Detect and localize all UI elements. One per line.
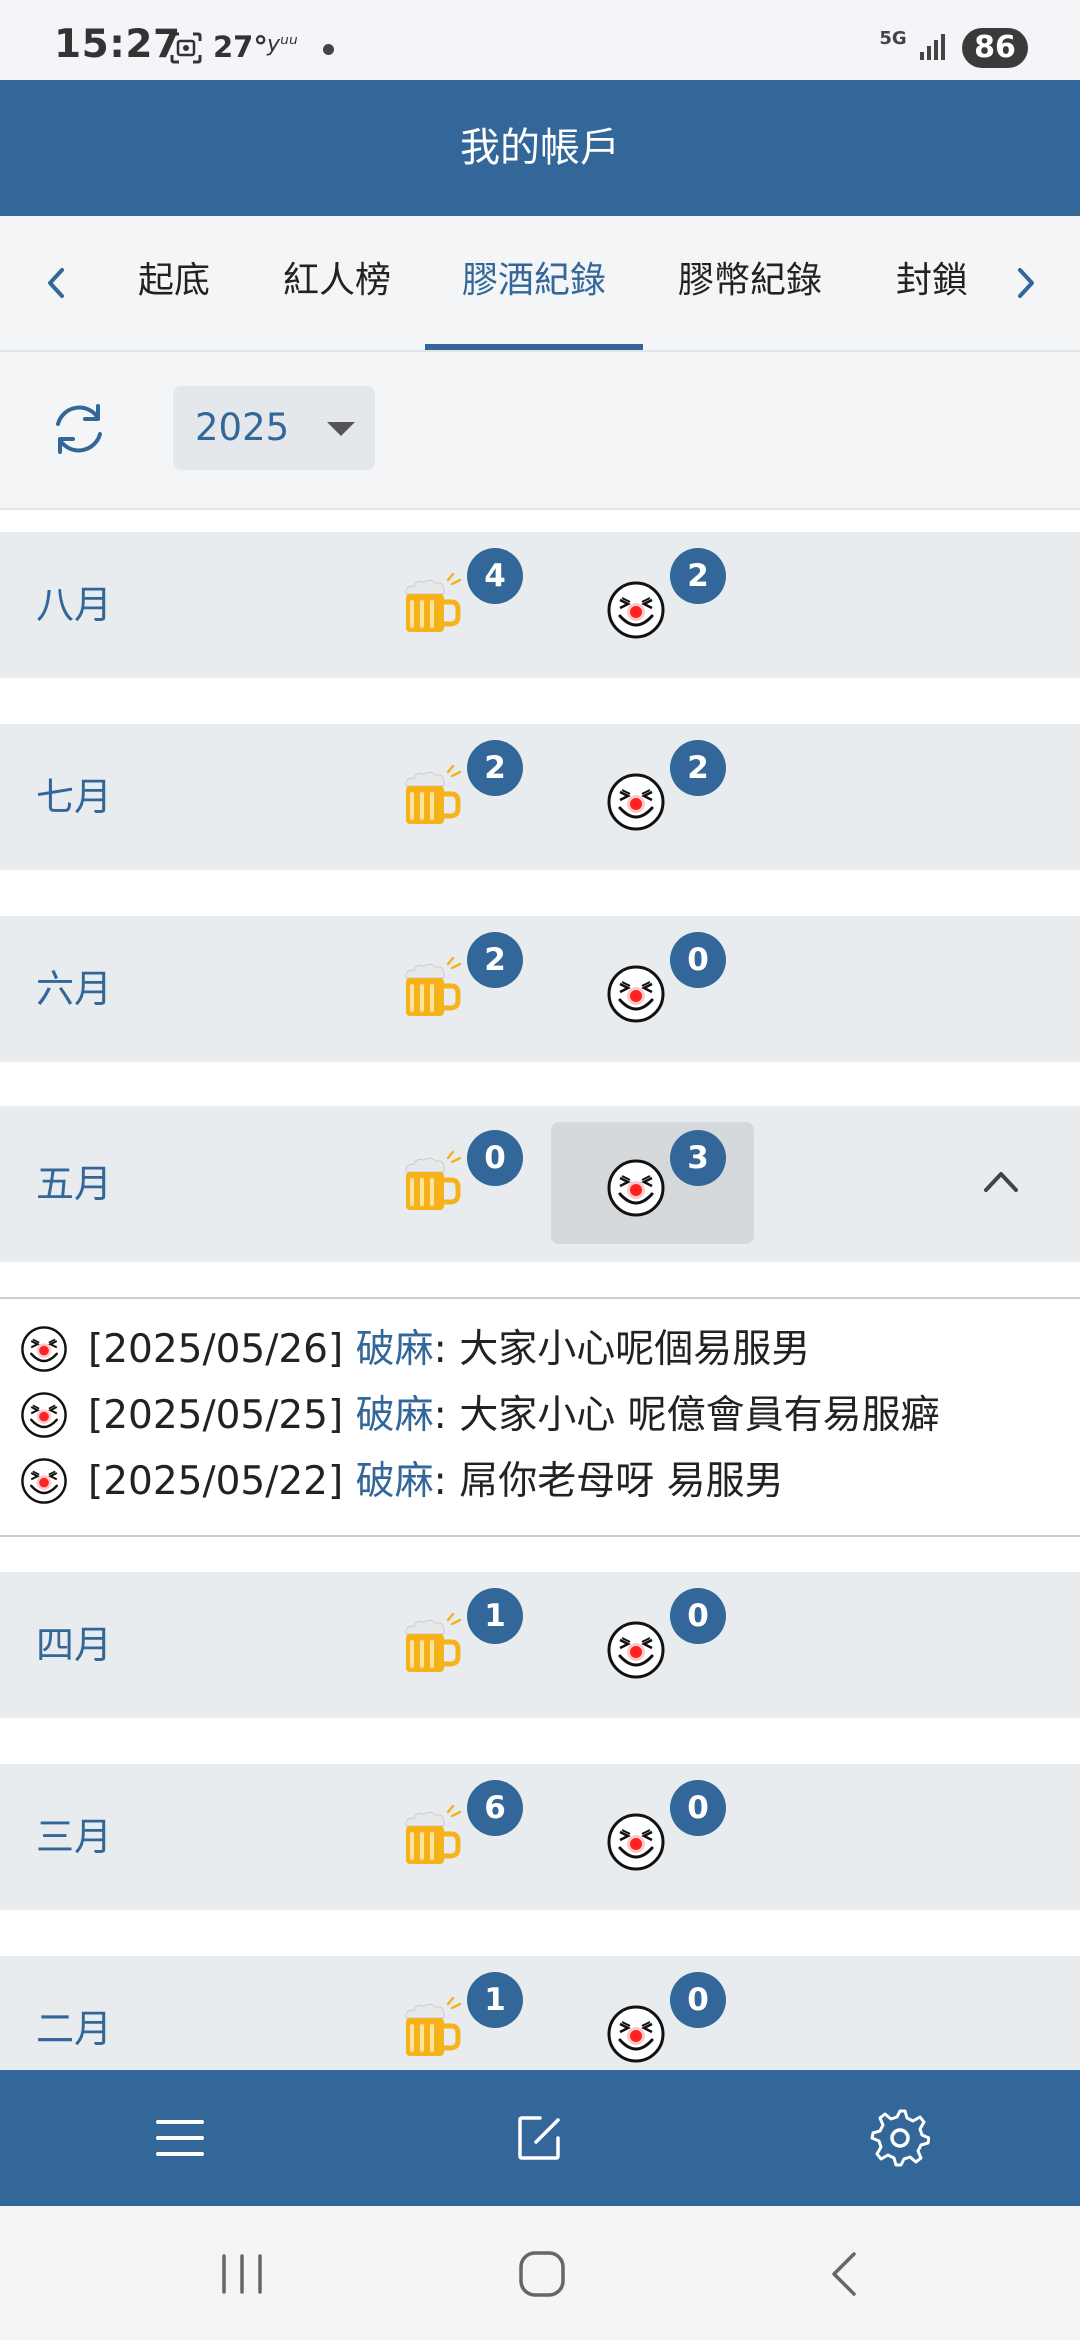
- notification-dot: [323, 44, 334, 55]
- month-row-mar[interactable]: 三月 6 0: [0, 1764, 1080, 1910]
- system-nav-bar: [0, 2206, 1080, 2340]
- signal-icon: [920, 34, 945, 60]
- beer-mug-icon[interactable]: [400, 1612, 466, 1678]
- clown-face-icon[interactable]: [606, 964, 666, 1024]
- compose-icon[interactable]: [510, 2108, 570, 2168]
- clown-face-icon[interactable]: [606, 1812, 666, 1872]
- month-row-feb[interactable]: 二月 1 0: [0, 1956, 1080, 2070]
- clown-face-icon[interactable]: [606, 1158, 666, 1218]
- bottom-app-bar: [0, 2070, 1080, 2206]
- month-label: 四月: [36, 1623, 113, 1667]
- home-icon[interactable]: [514, 2246, 570, 2302]
- status-time: 15:27: [54, 22, 181, 67]
- beer-count-badge: 0: [467, 1130, 523, 1186]
- record-date: [2025/05/25]: [88, 1393, 344, 1438]
- clown-count-badge: 3: [670, 1130, 726, 1186]
- status-temperature: 27°: [213, 30, 268, 64]
- record-author[interactable]: 破麻: [356, 1459, 434, 1504]
- may-record-list: [2025/05/26] 破麻: 大家小心呢個易服男 [2025/05/25] …: [0, 1297, 1080, 1537]
- beer-mug-icon[interactable]: [400, 1150, 466, 1216]
- network-type: 5G: [879, 28, 907, 49]
- record-author[interactable]: 破麻: [356, 1393, 434, 1438]
- tab-scroll-left-icon[interactable]: [36, 258, 76, 308]
- beer-count-badge: 2: [467, 740, 523, 796]
- caret-down-icon: [327, 422, 355, 436]
- clown-face-icon: [20, 1457, 68, 1505]
- clown-face-icon[interactable]: [606, 1620, 666, 1680]
- beer-count-badge: 4: [467, 548, 523, 604]
- clown-count-badge: 2: [670, 548, 726, 604]
- list-item: [2025/05/25] 破麻: 大家小心 呢億會員有易服癖: [20, 1387, 1060, 1447]
- record-message: 大家小心呢個易服男: [459, 1327, 811, 1372]
- beer-count-badge: 6: [467, 1780, 523, 1836]
- app-bar: 我的帳戶: [0, 80, 1080, 216]
- beer-count-badge: 2: [467, 932, 523, 988]
- month-row-aug[interactable]: 八月 4 2: [0, 532, 1080, 678]
- month-label: 六月: [36, 967, 113, 1011]
- clown-face-icon: [20, 1325, 68, 1373]
- menu-icon[interactable]: [150, 2108, 210, 2168]
- list-item: [2025/05/26] 破麻: 大家小心呢個易服男: [20, 1321, 1060, 1381]
- status-bar: 15:27 27° yᵘᵘ 5G 86: [0, 0, 1080, 80]
- month-row-jun[interactable]: 六月 2 0: [0, 916, 1080, 1062]
- clown-face-icon[interactable]: [606, 580, 666, 640]
- tab-beer-records[interactable]: 膠酒紀錄: [440, 216, 628, 350]
- recent-apps-icon[interactable]: [214, 2246, 270, 2302]
- beer-mug-icon[interactable]: [400, 764, 466, 830]
- list-item: [2025/05/22] 破麻: 屌你老母呀 易服男: [20, 1453, 1060, 1513]
- clown-count-badge: 2: [670, 740, 726, 796]
- beer-mug-icon[interactable]: [400, 1804, 466, 1870]
- clown-face-icon[interactable]: [606, 772, 666, 832]
- back-icon[interactable]: [818, 2246, 874, 2302]
- clown-face-icon: [20, 1391, 68, 1439]
- month-row-may[interactable]: 五月 0 3: [0, 1106, 1080, 1262]
- beer-mug-icon[interactable]: [400, 1996, 466, 2062]
- beer-mug-icon[interactable]: [400, 572, 466, 638]
- year-select-value: 2025: [195, 406, 290, 449]
- month-row-jul[interactable]: 七月 2 2: [0, 724, 1080, 870]
- status-carrier: yᵘᵘ: [267, 32, 298, 57]
- month-label: 八月: [36, 583, 113, 627]
- clown-face-icon[interactable]: [606, 2004, 666, 2064]
- chevron-up-icon[interactable]: [980, 1164, 1022, 1196]
- record-message: 大家小心 呢億會員有易服癖: [459, 1393, 940, 1438]
- month-label: 三月: [36, 1815, 113, 1859]
- beer-count-badge: 1: [467, 1588, 523, 1644]
- clown-count-badge: 0: [670, 1972, 726, 2028]
- clown-count-badge: 0: [670, 1588, 726, 1644]
- clown-count-badge: 0: [670, 932, 726, 988]
- beer-mug-icon[interactable]: [400, 956, 466, 1022]
- year-select[interactable]: 2025: [173, 386, 375, 470]
- active-tab-indicator: [425, 344, 643, 350]
- tab-block[interactable]: 封鎖: [880, 216, 984, 350]
- refresh-icon[interactable]: [44, 394, 114, 464]
- page-title: 我的帳戶: [460, 125, 620, 171]
- tab-coin-records[interactable]: 膠幣紀錄: [668, 216, 832, 350]
- clown-count-badge: 0: [670, 1780, 726, 1836]
- record-date: [2025/05/22]: [88, 1459, 344, 1504]
- month-label: 五月: [36, 1162, 113, 1206]
- tab-bar: 起底 紅人榜 膠酒紀錄 膠幣紀錄 封鎖: [0, 216, 1080, 352]
- gear-icon[interactable]: [870, 2108, 930, 2168]
- tab-ranking[interactable]: 紅人榜: [272, 216, 402, 350]
- screenshot-icon: [170, 32, 202, 64]
- tab-scroll-right-icon[interactable]: [1006, 258, 1046, 308]
- record-author[interactable]: 破麻: [356, 1327, 434, 1372]
- tab-profile[interactable]: 起底: [126, 216, 222, 350]
- battery-level: 86: [962, 28, 1028, 68]
- beer-count-badge: 1: [467, 1972, 523, 2028]
- record-date: [2025/05/26]: [88, 1327, 344, 1372]
- filter-toolbar: 2025: [0, 352, 1080, 510]
- month-row-apr[interactable]: 四月 1 0: [0, 1572, 1080, 1718]
- record-message: 屌你老母呀 易服男: [459, 1459, 784, 1504]
- month-label: 七月: [36, 775, 113, 819]
